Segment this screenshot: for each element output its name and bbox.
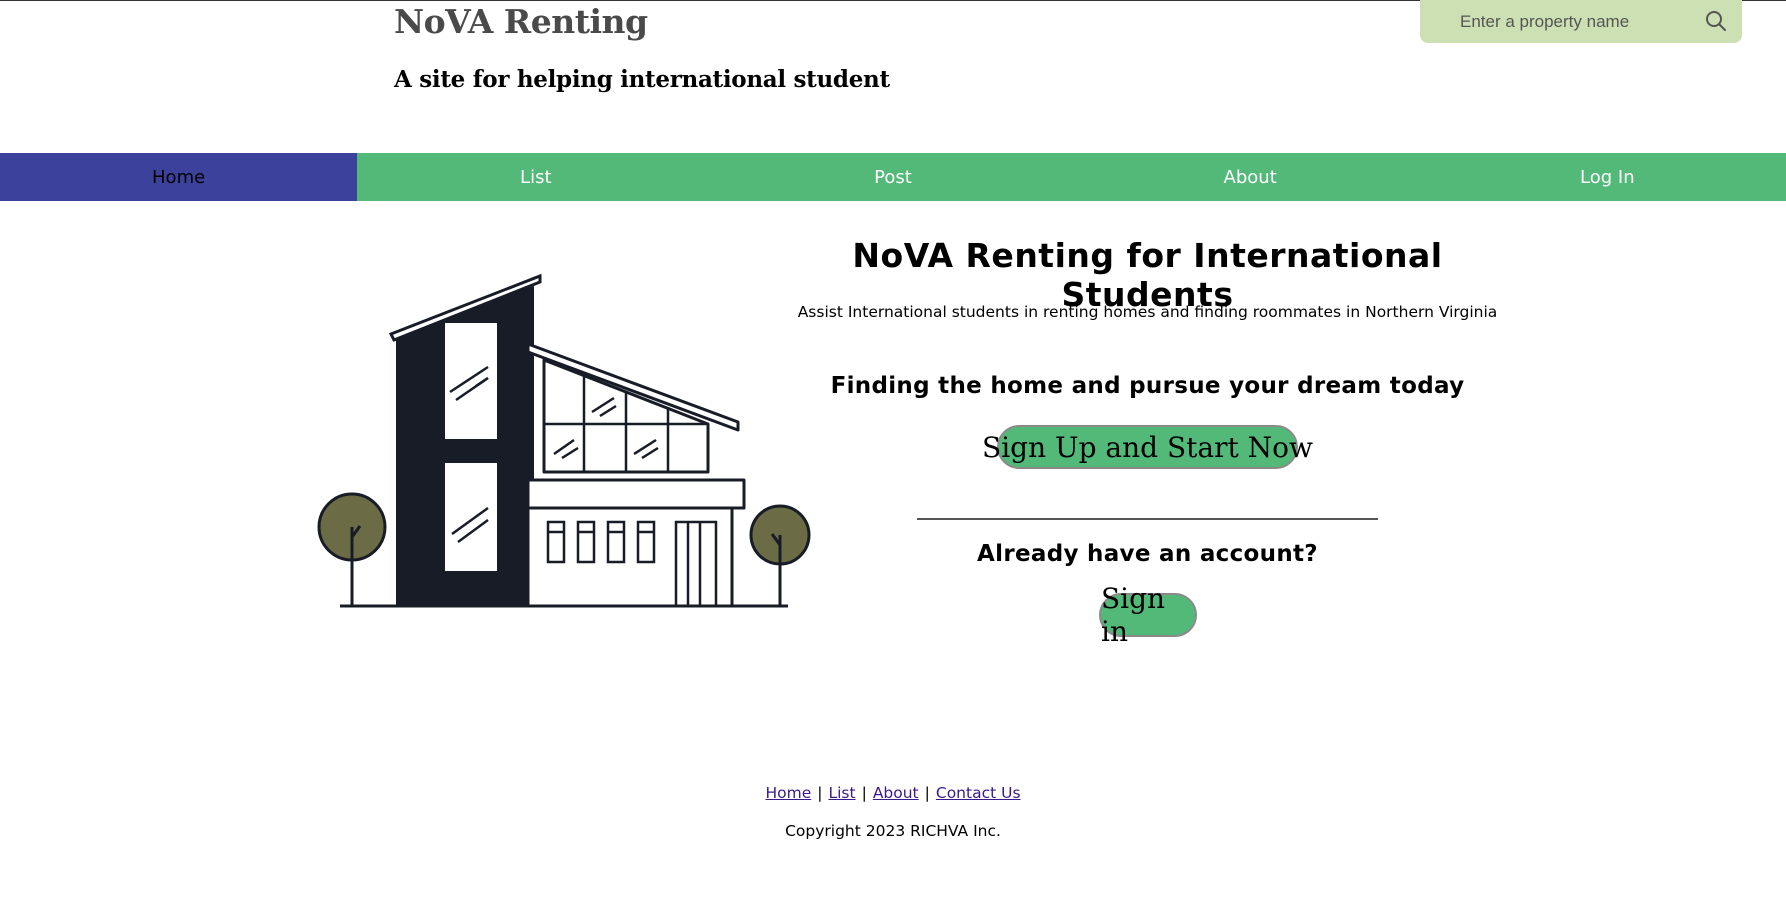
footer-separator: |: [817, 784, 823, 802]
nav-item-about[interactable]: About: [1072, 153, 1429, 201]
signin-button[interactable]: Sign in: [1099, 582, 1197, 648]
footer-separator: |: [924, 784, 930, 802]
account-question: Already have an account?: [977, 541, 1318, 567]
divider: [917, 518, 1378, 520]
hero-description: Assist International students in renting…: [797, 303, 1498, 321]
house-illustration: [317, 273, 811, 608]
hero-tagline: Finding the home and pursue your dream t…: [830, 373, 1465, 399]
footer-link-contact[interactable]: Contact Us: [936, 784, 1021, 802]
footer-separator: |: [861, 784, 867, 802]
main-nav: Home List Post About Log In: [0, 153, 1786, 201]
footer-link-about[interactable]: About: [873, 784, 919, 802]
nav-item-post[interactable]: Post: [714, 153, 1071, 201]
nav-item-home[interactable]: Home: [0, 153, 358, 201]
footer-link-list[interactable]: List: [828, 784, 855, 802]
nav-item-login[interactable]: Log In: [1429, 153, 1786, 201]
copyright: Copyright 2023 RICHVA Inc.: [785, 822, 1001, 840]
signup-button[interactable]: Sign Up and Start Now: [982, 425, 1313, 469]
site-subtitle: A site for helping international student: [394, 66, 890, 93]
search-box: [1420, 0, 1742, 43]
search-icon[interactable]: [1704, 9, 1728, 33]
footer-nav: Home | List | About | Contact Us: [0, 784, 1786, 802]
nav-item-list[interactable]: List: [357, 153, 714, 201]
site-title: NoVA Renting: [394, 2, 648, 41]
search-input[interactable]: [1460, 6, 1690, 37]
footer-link-home[interactable]: Home: [765, 784, 811, 802]
